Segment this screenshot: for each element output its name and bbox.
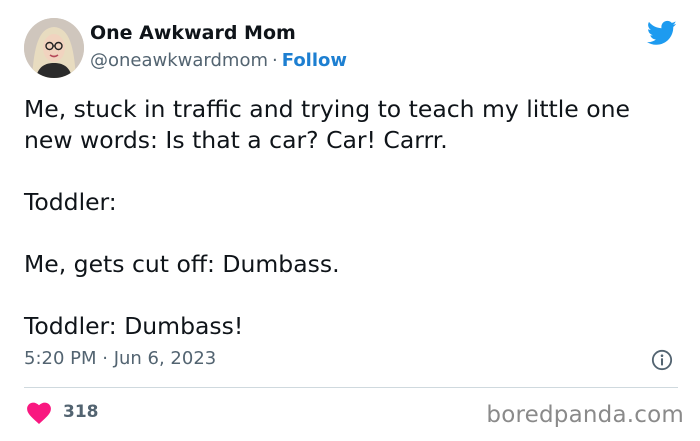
tweet-paragraph: Toddler: Dumbass! <box>24 312 244 340</box>
tweet-paragraph: Toddler: <box>24 188 117 216</box>
divider <box>24 387 678 388</box>
author-display-name[interactable]: One Awkward Mom <box>90 22 296 44</box>
handle-separator: · <box>272 50 278 71</box>
avatar-image <box>24 18 84 78</box>
tweet-timestamp[interactable]: 5:20 PM · Jun 6, 2023 <box>24 348 216 369</box>
twitter-bird-icon[interactable] <box>645 18 679 48</box>
like-count[interactable]: 318 <box>63 402 99 422</box>
heart-icon[interactable] <box>26 401 52 425</box>
follow-button[interactable]: Follow <box>282 50 347 71</box>
author-handle-row: @oneawkwardmom · Follow <box>90 50 347 71</box>
watermark: boredpanda.com <box>486 402 684 428</box>
avatar[interactable] <box>24 18 84 78</box>
tweet-paragraph: Me, gets cut off: Dumbass. <box>24 250 340 278</box>
tweet-text: Me, stuck in traffic and trying to teach… <box>24 94 674 342</box>
tweet-paragraph: Me, stuck in traffic and trying to teach… <box>24 95 630 154</box>
info-icon[interactable] <box>651 349 673 371</box>
author-handle[interactable]: @oneawkwardmom <box>90 50 268 71</box>
